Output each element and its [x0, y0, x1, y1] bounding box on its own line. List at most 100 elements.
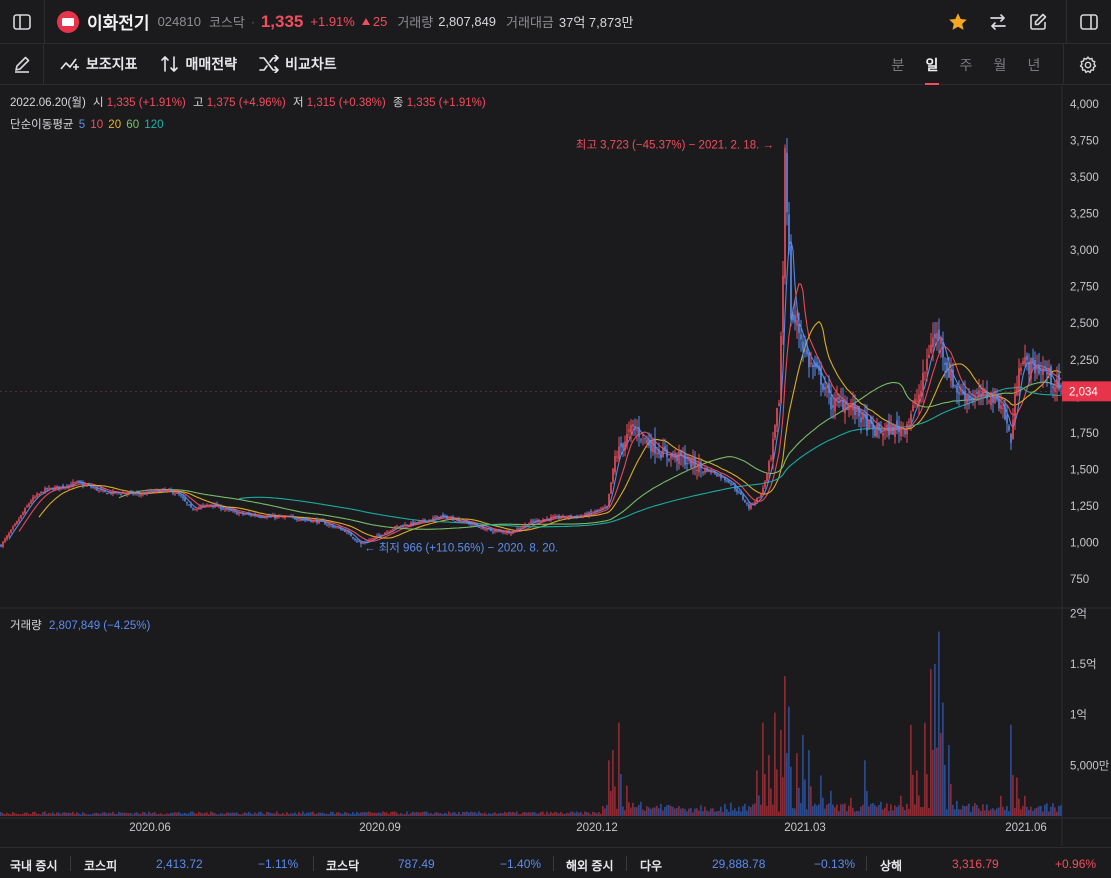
chart-settings-button[interactable] [1063, 44, 1111, 85]
sidebar-toggle-button[interactable] [0, 0, 44, 44]
candle-body [746, 502, 748, 504]
candle-body [432, 517, 434, 520]
volume-bar [106, 813, 108, 816]
price-chart[interactable]: 4,000 3,750 3,500 3,250 3,000 2,750 2,500 2,250… [0, 86, 1111, 846]
volume-bar [544, 814, 546, 816]
candle-body [118, 492, 120, 494]
candle-body [290, 516, 292, 518]
candle-body [892, 426, 894, 435]
volume-bar [366, 812, 368, 816]
volume-bar [826, 804, 828, 816]
draw-tool-button[interactable] [0, 43, 44, 85]
candle-body [488, 527, 490, 530]
volume-bar [94, 812, 96, 816]
candle-body [536, 519, 538, 522]
volume-bar [858, 811, 860, 816]
candle-body [828, 383, 830, 393]
volume-bar [372, 812, 374, 816]
tab-month[interactable]: 월 [983, 44, 1017, 85]
tab-year[interactable]: 년 [1017, 44, 1051, 85]
volume-bar [114, 813, 116, 816]
volume-bar [272, 813, 274, 816]
candle-body [546, 518, 548, 520]
volume-bar [234, 812, 236, 816]
candle-body [394, 526, 396, 529]
ma-legend[interactable]: 단순이동평균 5 10 20 60 120 [10, 116, 163, 132]
volume-bar [204, 812, 206, 816]
panel-toggle-button[interactable] [1067, 0, 1111, 44]
candle-body [210, 504, 212, 506]
volume-bar [368, 811, 370, 816]
favorite-button[interactable] [938, 0, 978, 44]
candle-body [558, 515, 560, 519]
candle-body [640, 439, 642, 441]
candle-body [716, 474, 718, 477]
candle-body [110, 492, 112, 494]
candle-body [336, 527, 338, 529]
swap-button[interactable] [978, 0, 1018, 44]
indicator-button[interactable]: 보조지표 [60, 44, 138, 85]
shanghai-label[interactable]: 상해 [880, 857, 902, 874]
volume-bar [212, 812, 214, 816]
volume-bar [614, 786, 616, 816]
volume-bar [1044, 804, 1046, 816]
price-axis-tick: 3,500 [1070, 172, 1099, 184]
candle-body [580, 515, 582, 517]
volume-bar [598, 812, 600, 816]
candle-body [1004, 404, 1006, 420]
volume-bar [1046, 803, 1048, 816]
kosdaq-label[interactable]: 코스닥 [326, 857, 359, 874]
candle-body [376, 535, 378, 538]
volume-bar [616, 808, 618, 816]
candle-body [714, 471, 716, 475]
candle-body [42, 491, 44, 493]
candle-body [14, 523, 16, 526]
candle-body [524, 524, 526, 527]
ma-title: 단순이동평균 [10, 119, 74, 131]
volume-bar [744, 803, 746, 816]
candle-body [910, 413, 912, 421]
volume-bar [430, 812, 432, 816]
strategy-button[interactable]: 매매전략 [160, 44, 237, 85]
stock-name[interactable]: 이화전기 [87, 9, 150, 34]
candle-body [1014, 393, 1016, 424]
candle-body [960, 388, 962, 391]
tab-minute[interactable]: 분 [881, 44, 915, 85]
edit-button[interactable] [1018, 0, 1058, 44]
compare-button[interactable]: 비교차트 [259, 44, 337, 85]
candle-body [28, 503, 30, 507]
candle-body [204, 504, 206, 506]
candle-body [72, 482, 74, 485]
candle-body [530, 520, 532, 523]
stock-code: 024810 [157, 14, 201, 29]
candle-body [166, 490, 168, 492]
volume-bar [960, 809, 962, 816]
candle-body [582, 515, 584, 518]
volume-bar [60, 814, 62, 816]
volume-bar [1004, 810, 1006, 816]
volume-bar [1036, 807, 1038, 816]
candle-body [260, 516, 262, 518]
kosdaq-change: −1.40% [500, 857, 542, 871]
candle-body [1050, 366, 1052, 385]
tab-week[interactable]: 주 [949, 44, 983, 85]
candle-body [30, 500, 32, 504]
volume-bar [650, 808, 652, 816]
candle-body [106, 492, 108, 495]
candle-body [792, 313, 794, 321]
volume-bar [708, 811, 710, 816]
volume-bar [912, 774, 914, 816]
candle-body [334, 526, 336, 528]
tab-day[interactable]: 일 [915, 44, 949, 85]
candle-body [654, 438, 656, 454]
candle-body [490, 528, 492, 531]
candle-body [342, 529, 344, 531]
volume-bar [380, 813, 382, 816]
star-icon [949, 13, 967, 30]
candle-body [574, 516, 576, 518]
candle-body [338, 527, 340, 529]
volume-bar [1024, 795, 1026, 816]
candle-body [914, 398, 916, 403]
dow-label[interactable]: 다우 [640, 857, 662, 874]
kospi-label[interactable]: 코스피 [84, 857, 117, 874]
